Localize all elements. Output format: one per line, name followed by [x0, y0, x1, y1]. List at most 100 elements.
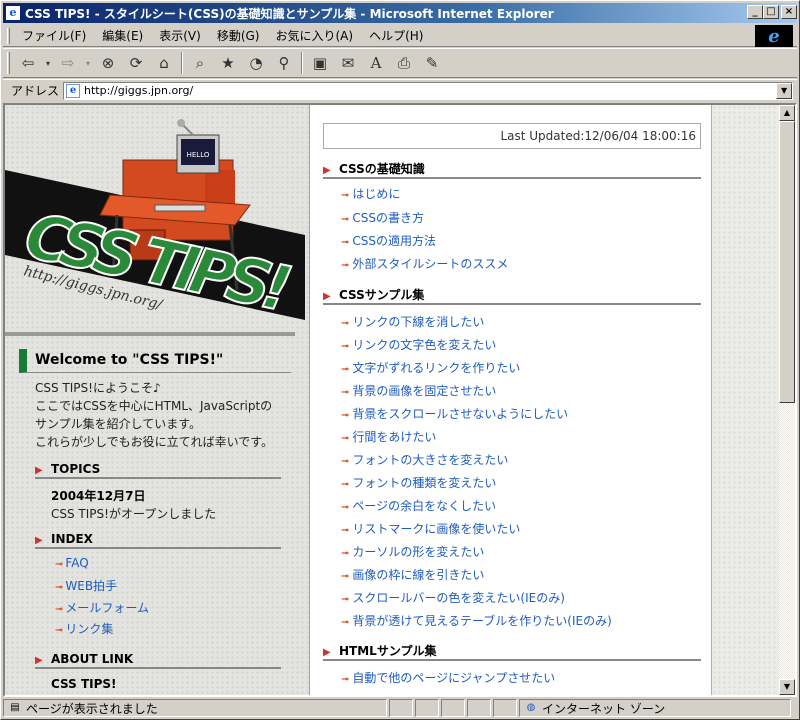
link-arrow-icon: ➟ [341, 617, 350, 628]
scrollbar-thumb[interactable] [779, 121, 795, 403]
print-icon[interactable]: ⎙ [392, 51, 416, 75]
back-icon[interactable]: ⇦ [16, 51, 40, 75]
status-text: ページが表示されました [26, 701, 158, 716]
status-main: ▤ ページが表示されました [3, 699, 387, 717]
menu-edit[interactable]: 編集(E) [94, 27, 151, 44]
main-link-label[interactable]: フォントの種類を変えたい [352, 476, 496, 490]
main-link[interactable]: ➟ 文字がずれるリンクを作りたい [341, 359, 520, 376]
main-link[interactable]: ➟ はじめに [341, 185, 400, 202]
main-link[interactable]: ➟ CSSの適用方法 [341, 232, 436, 249]
fullscreen-icon[interactable]: ▣ [308, 51, 332, 75]
main-link[interactable]: ➟ 外部スタイルシートのススメ [341, 255, 508, 272]
topics-text: CSS TIPS!がオープンしました [51, 507, 217, 521]
refresh-icon[interactable]: ⟳ [124, 51, 148, 75]
index-link-label[interactable]: メールフォーム [65, 601, 149, 615]
window-title: CSS TIPS! - スタイルシート(CSS)の基礎知識とサンプル集 - Mi… [25, 6, 554, 21]
main-link[interactable]: ➟ ページの余白をなくしたい [341, 497, 496, 514]
address-dropdown-icon[interactable]: ▼ [776, 82, 793, 99]
scroll-up-icon[interactable]: ▲ [779, 105, 795, 121]
main-link-label[interactable]: 背景が透けて見えるテーブルを作りたい(IEのみ) [352, 614, 611, 628]
index-link-label[interactable]: リンク集 [65, 622, 113, 636]
menu-view[interactable]: 表示(V) [151, 27, 209, 44]
forward-icon[interactable]: ⇨ [56, 51, 80, 75]
main-link[interactable]: ➟ 背景の画像を固定させたい [341, 382, 496, 399]
address-url[interactable]: http://giggs.jpn.org/ [84, 84, 193, 97]
back-dropdown-icon[interactable]: ▾ [44, 51, 52, 75]
main-link[interactable]: ➟ リンクの下線を消したい [341, 313, 484, 330]
main-link-label[interactable]: CSSの適用方法 [352, 234, 436, 248]
main-link-label[interactable]: はじめに [352, 187, 400, 201]
link-arrow-icon: ➟ [341, 318, 350, 329]
channels-icon[interactable]: ⚲ [272, 51, 296, 75]
main-link[interactable]: ➟ フォントの大きさを変えたい [341, 451, 508, 468]
page-done-icon: ▤ [10, 702, 20, 713]
mail-icon[interactable]: ✉ [336, 51, 360, 75]
main-link-label[interactable]: リンクの下線を消したい [352, 315, 484, 329]
close-button[interactable]: × [781, 5, 797, 19]
main-link[interactable]: ➟ 画像の枠に線を引きたい [341, 566, 484, 583]
main-link-label[interactable]: 行間をあけたい [352, 430, 436, 444]
font-icon[interactable]: A [364, 51, 388, 75]
link-arrow-icon: ➟ [341, 364, 350, 375]
main-link-label[interactable]: 背景の画像を固定させたい [352, 384, 496, 398]
toolbar-separator [301, 52, 303, 74]
logo-divider [5, 332, 295, 336]
link-arrow-icon: ➟ [341, 410, 350, 421]
address-input[interactable]: e http://giggs.jpn.org/ ▼ [63, 81, 794, 100]
main-link[interactable]: ➟ CSSの書き方 [341, 209, 424, 226]
main-link-label[interactable]: 自動で他のページにジャンプさせたい [352, 671, 555, 685]
main-link-label[interactable]: 外部スタイルシートのススメ [352, 257, 508, 271]
main-link-label[interactable]: リストマークに画像を使いたい [352, 522, 520, 536]
link-arrow-icon: ➟ [55, 559, 64, 570]
toolbar-separator [181, 52, 183, 74]
menu-favorites[interactable]: お気に入り(A) [267, 27, 361, 44]
history-icon[interactable]: ◔ [244, 51, 268, 75]
main-link-label[interactable]: フォントの大きさを変えたい [352, 453, 508, 467]
html-samples-heading: ▶ HTMLサンプル集 [323, 643, 701, 661]
index-link-label[interactable]: WEB拍手 [65, 579, 117, 593]
welcome-line: CSS TIPS!にようこそ♪ [35, 381, 161, 395]
main-link[interactable]: ➟ 自動で他のページにジャンプさせたい [341, 669, 555, 686]
search-icon[interactable]: ⌕ [188, 51, 212, 75]
monitor-text: HELLO [187, 151, 210, 159]
main-link[interactable]: ➟ フォントの種類を変えたい [341, 474, 496, 491]
favorites-icon[interactable]: ★ [216, 51, 240, 75]
link-arrow-icon: ➟ [341, 214, 350, 225]
edit-icon[interactable]: ✎ [420, 51, 444, 75]
about-heading: ▶ ABOUT LINK [35, 651, 281, 669]
home-icon[interactable]: ⌂ [152, 51, 176, 75]
menu-go[interactable]: 移動(G) [209, 27, 268, 44]
menu-file[interactable]: ファイル(F) [14, 27, 94, 44]
main-link[interactable]: ➟ 背景をスクロールさせないようにしたい [341, 405, 568, 422]
index-link-faq[interactable]: ➟ FAQ [55, 556, 89, 570]
stop-icon[interactable]: ⊗ [96, 51, 120, 75]
index-link-mailform[interactable]: ➟ メールフォーム [55, 599, 149, 616]
main-link[interactable]: ➟ リストマークに画像を使いたい [341, 520, 520, 537]
main-link-label[interactable]: 文字がずれるリンクを作りたい [352, 361, 520, 375]
main-link-label[interactable]: スクロールバーの色を変えたい(IEのみ) [352, 591, 565, 605]
main-link[interactable]: ➟ スクロールバーの色を変えたい(IEのみ) [341, 589, 565, 606]
main-link-label[interactable]: 背景をスクロールさせないようにしたい [352, 407, 568, 421]
vertical-scrollbar[interactable]: ▲ ▼ [779, 105, 795, 695]
index-link-clap[interactable]: ➟ WEB拍手 [55, 577, 117, 594]
main-link-label[interactable]: リンクの文字色を変えたい [352, 338, 496, 352]
index-heading-text: INDEX [51, 532, 93, 546]
main-link-label[interactable]: 画像の枠に線を引きたい [352, 568, 484, 582]
main-link-label[interactable]: ページの余白をなくしたい [352, 499, 496, 513]
menu-help[interactable]: ヘルプ(H) [361, 27, 431, 44]
index-link-label[interactable]: FAQ [65, 556, 88, 570]
main-link-label[interactable]: カーソルの形を変えたい [352, 545, 484, 559]
main-link[interactable]: ➟ 行間をあけたい [341, 428, 436, 445]
minimize-button[interactable]: _ [747, 5, 763, 19]
scroll-down-icon[interactable]: ▼ [779, 679, 795, 695]
forward-dropdown-icon[interactable]: ▾ [84, 51, 92, 75]
main-link[interactable]: ➟ カーソルの形を変えたい [341, 543, 484, 560]
maximize-button[interactable]: □ [763, 5, 779, 19]
title-bar[interactable]: e CSS TIPS! - スタイルシート(CSS)の基礎知識とサンプル集 - … [3, 3, 797, 23]
main-link-label[interactable]: CSSの書き方 [352, 211, 424, 225]
toolbar: ⇦ ▾ ⇨ ▾ ⊗ ⟳ ⌂ ⌕ ★ ◔ ⚲ ▣ ✉ A ⎙ ✎ [3, 48, 797, 78]
main-link[interactable]: ➟ リンクの文字色を変えたい [341, 336, 496, 353]
index-link-links[interactable]: ➟ リンク集 [55, 620, 113, 637]
main-link[interactable]: ➟ 背景が透けて見えるテーブルを作りたい(IEのみ) [341, 612, 612, 629]
link-arrow-icon: ➟ [55, 604, 64, 615]
